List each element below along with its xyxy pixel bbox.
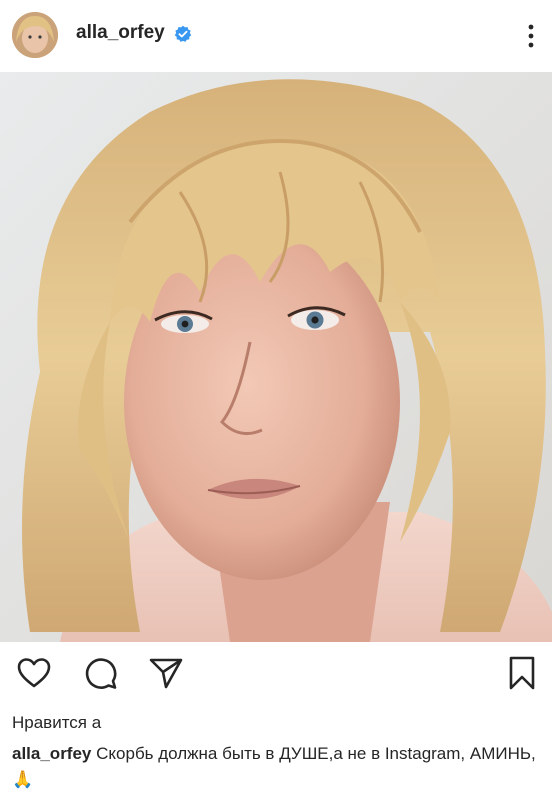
likes-count[interactable]: Нравится а bbox=[12, 713, 101, 733]
more-options-icon[interactable] bbox=[519, 20, 543, 52]
caption-username[interactable]: alla_orfey bbox=[12, 744, 91, 763]
avatar[interactable] bbox=[12, 12, 58, 58]
post-header: alla_orfey bbox=[0, 0, 552, 70]
post-photo[interactable] bbox=[0, 72, 552, 642]
post-caption: alla_orfey Скорбь должна быть в ДУШЕ,а н… bbox=[12, 741, 540, 793]
action-bar bbox=[0, 655, 552, 699]
heart-icon[interactable] bbox=[16, 655, 52, 691]
caption-text: Скорбь должна быть в ДУШЕ,а не в Instagr… bbox=[12, 744, 536, 789]
verified-badge-icon bbox=[174, 25, 192, 42]
comment-icon[interactable] bbox=[82, 655, 118, 691]
bookmark-icon[interactable] bbox=[504, 655, 540, 691]
username[interactable]: alla_orfey bbox=[76, 22, 165, 44]
send-icon[interactable] bbox=[148, 655, 184, 691]
